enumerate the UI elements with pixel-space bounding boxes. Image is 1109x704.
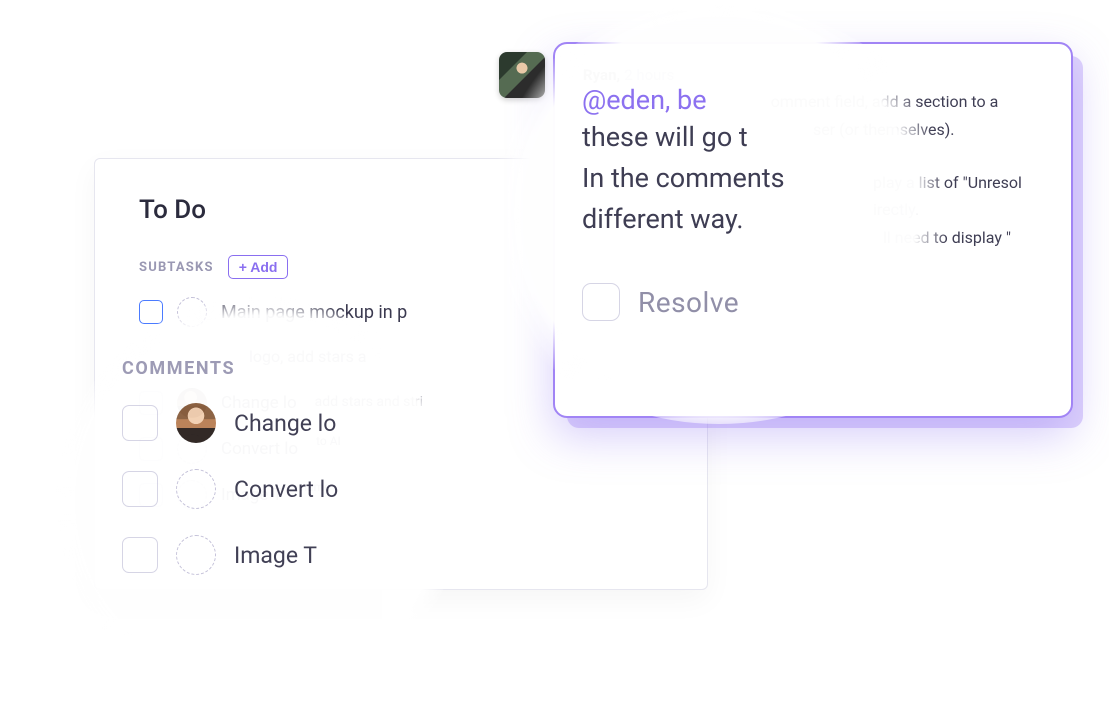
stage: To Do SUBTASKS + Add Main page mockup in… (0, 0, 1109, 677)
zoom-lens-comments: COMMENTS Change lo Convert lo Image T (56, 296, 464, 704)
assignee-placeholder-icon[interactable] (176, 469, 216, 509)
resolve-label: Resolve (638, 286, 739, 319)
zoom-text-line: In the comments (582, 159, 924, 198)
checkbox-icon[interactable] (122, 405, 158, 441)
comment-row[interactable]: Change lo (122, 403, 434, 443)
checkbox-icon[interactable] (122, 537, 158, 573)
add-subtask-button[interactable]: + Add (228, 255, 289, 279)
comment-row[interactable]: Image T (122, 535, 434, 575)
comment-row[interactable]: Convert lo (122, 469, 434, 509)
zoom-text-line: these will go t (582, 118, 924, 157)
assignee-placeholder-icon[interactable] (176, 535, 216, 575)
comment-row-text: Image T (234, 542, 317, 569)
comment-row-text: Change lo (234, 410, 336, 437)
subtasks-label: SUBTASKS (139, 260, 214, 275)
mention-zoom-fragment: @eden, be (582, 84, 924, 116)
resolve-control[interactable]: Resolve (582, 283, 924, 321)
checkbox-icon[interactable] (122, 471, 158, 507)
zoom-text-line: different way. (582, 200, 924, 239)
avatar-icon[interactable] (176, 403, 216, 443)
comment-row-text: Convert lo (234, 476, 338, 503)
zoom-lens-resolve: @eden, be these will go t In the comment… (474, 4, 964, 424)
comments-section-label: COMMENTS (122, 358, 434, 379)
resolve-checkbox-icon[interactable] (582, 283, 620, 321)
